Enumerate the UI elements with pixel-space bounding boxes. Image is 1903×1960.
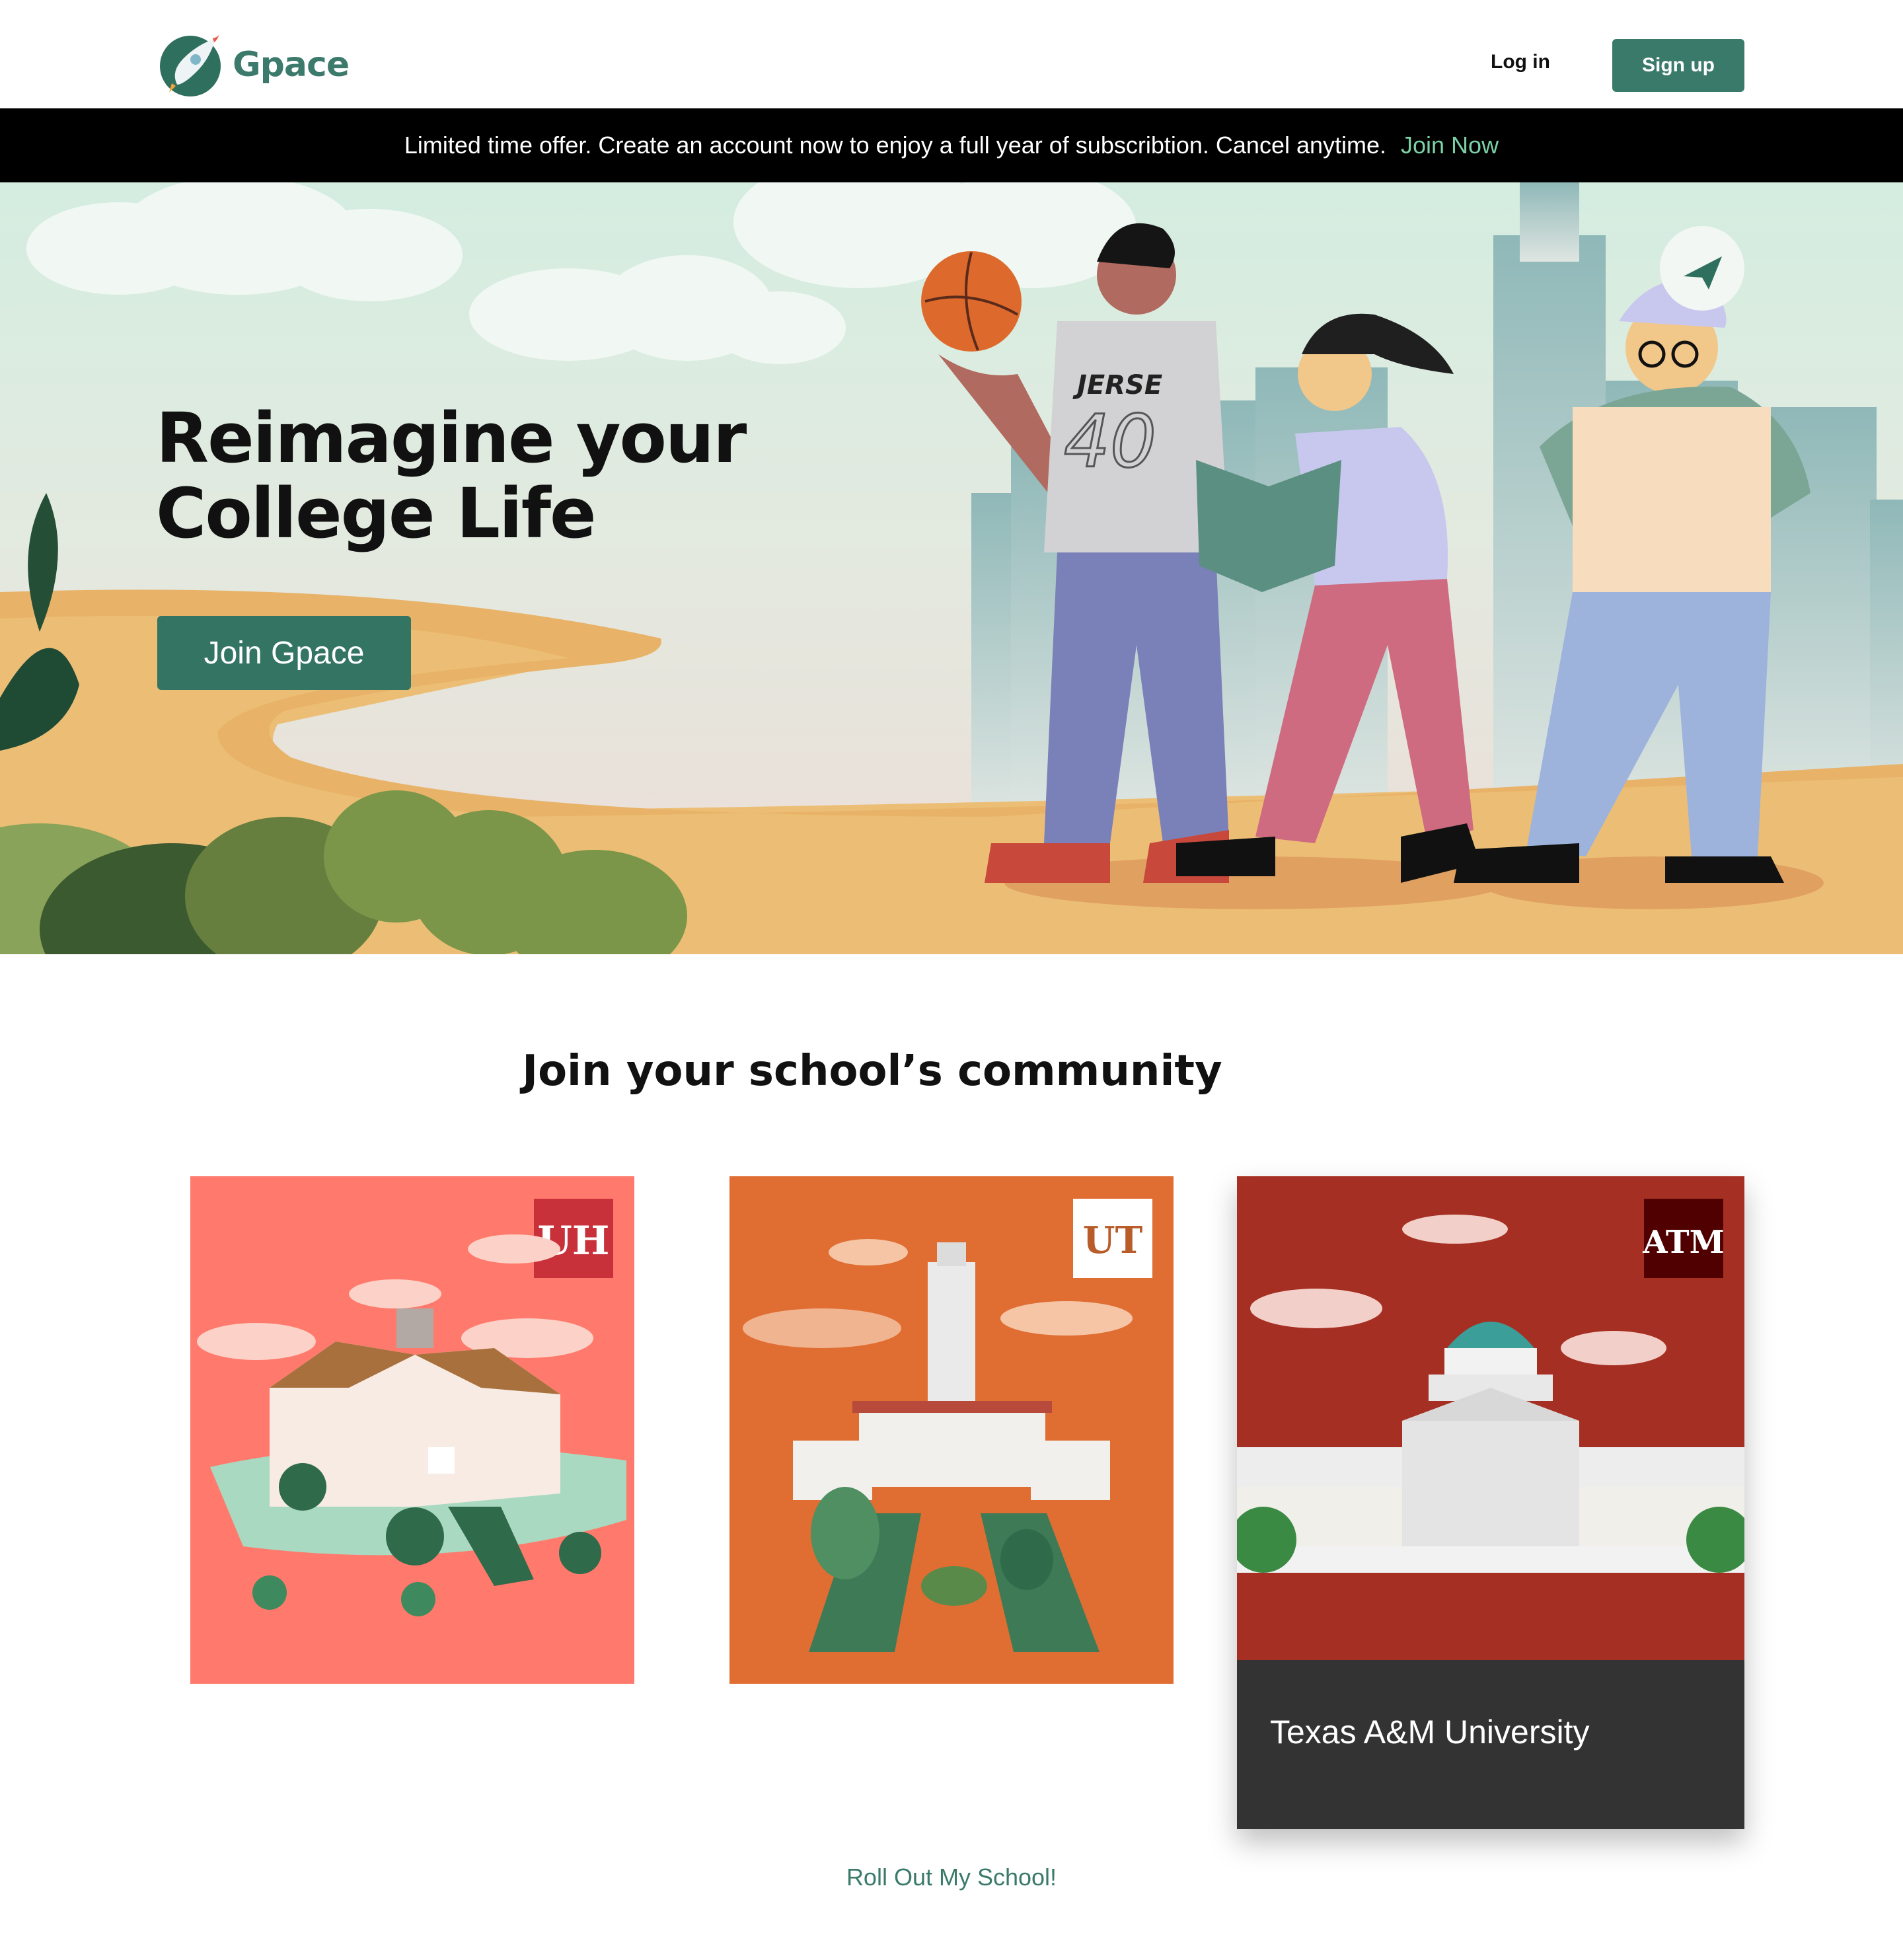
join-now-link[interactable]: Join Now xyxy=(1401,132,1499,159)
school-card-tamu[interactable]: ATM Texas A&M University xyxy=(1237,1176,1744,1829)
roll-out-my-school-link[interactable]: Roll Out My School! xyxy=(0,1864,1903,1891)
tamu-logo-icon: ATM xyxy=(1642,1224,1724,1261)
uh-campus-illustration: UH xyxy=(197,1199,626,1616)
hero-title-line2: College Life xyxy=(156,473,596,554)
school-card-uh[interactable]: UH xyxy=(190,1176,634,1684)
login-button[interactable]: Log in xyxy=(1487,50,1554,74)
hero-section: JERSE 40 Reimagine your College Life Joi… xyxy=(0,182,1903,954)
hero-title-line1: Reimagine your xyxy=(156,398,747,478)
jersey-number: 40 xyxy=(1064,399,1156,484)
school-card-ut[interactable]: UT xyxy=(729,1176,1174,1684)
hero-title: Reimagine your College Life xyxy=(156,398,747,554)
site-header: Gpace Log in Sign up xyxy=(0,0,1903,108)
promo-text: Limited time offer. Create an account no… xyxy=(404,132,1387,159)
join-gpace-button[interactable]: Join Gpace xyxy=(157,616,411,690)
rocket-logo-icon xyxy=(160,34,221,96)
school-card-caption: Texas A&M University xyxy=(1237,1660,1744,1829)
community-title: Join your school’s community xyxy=(522,1047,1222,1096)
jersey-text: JERSE xyxy=(1072,370,1162,400)
ut-campus-illustration: UT xyxy=(743,1199,1152,1652)
school-name: Texas A&M University xyxy=(1270,1714,1590,1751)
logo[interactable]: Gpace xyxy=(157,32,350,98)
brand-name: Gpace xyxy=(233,45,350,85)
signup-button[interactable]: Sign up xyxy=(1612,39,1744,92)
promo-banner: Limited time offer. Create an account no… xyxy=(0,108,1903,182)
hero-illustration: JERSE 40 xyxy=(0,182,1903,954)
tamu-campus-illustration: ATM xyxy=(1237,1199,1744,1660)
ut-logo-icon: UT xyxy=(1083,1219,1143,1262)
